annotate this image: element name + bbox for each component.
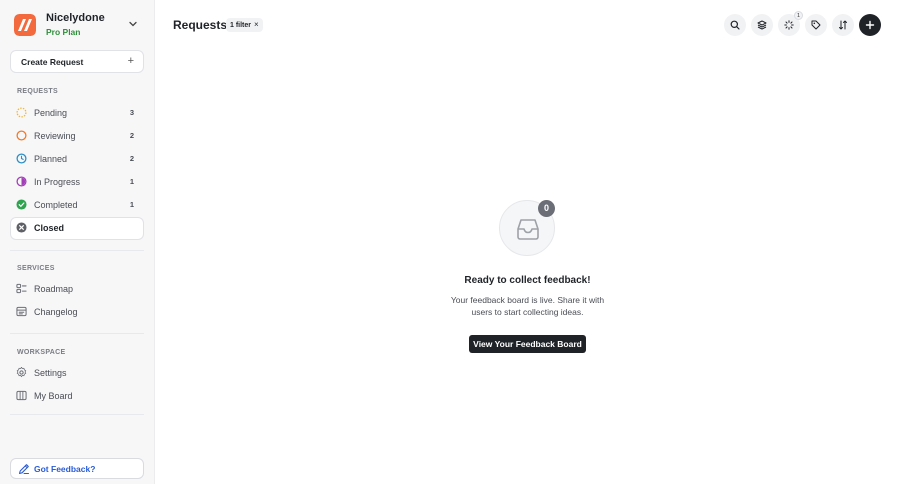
sidebar: Nicelydone Pro Plan Create Request + REQ… [0,0,155,484]
sidebar-item-label: Planned [34,154,68,164]
brand-plan: Pro Plan [46,27,81,37]
sidebar-item-count: 3 [129,108,134,117]
sidebar-item-settings[interactable]: Settings [10,362,144,383]
workspace-switcher[interactable]: Nicelydone Pro Plan [14,12,142,40]
page-title: Requests [173,18,228,32]
section-label-services: SERVICES [17,265,55,272]
plus-icon [865,20,875,30]
layers-button[interactable] [751,14,773,36]
filter-chip-label: 1 filter [230,22,252,29]
tag-icon [811,20,821,30]
sidebar-item-count: 1 [129,200,134,209]
create-request-button[interactable]: Create Request + [10,50,144,73]
reviewing-circle-icon [16,130,27,141]
board-icon [16,390,27,401]
sidebar-item-label: Roadmap [34,284,74,294]
closed-x-icon [16,222,27,233]
sidebar-item-my-board[interactable]: My Board [10,385,144,406]
sidebar-item-label: Completed [34,200,78,210]
filter-chip[interactable]: 1 filter × [226,18,263,32]
sidebar-item-count: 2 [129,154,134,163]
inbox-icon [517,219,539,240]
sidebar-item-label: In Progress [34,177,81,187]
close-icon[interactable]: × [254,20,259,29]
in-progress-half-circle-icon [16,176,27,187]
tags-button[interactable] [805,14,827,36]
sidebar-item-count: 1 [129,177,134,186]
view-feedback-board-button[interactable]: View Your Feedback Board [469,335,586,353]
sidebar-item-planned[interactable]: Planned 2 [10,148,144,169]
changelog-icon [16,306,27,317]
sidebar-item-roadmap[interactable]: Roadmap [10,278,144,299]
section-label-workspace: WORKSPACE [17,349,66,356]
sidebar-divider [10,414,144,415]
sidebar-item-label: Pending [34,108,68,118]
empty-state-title: Ready to collect feedback! [464,275,591,286]
spinner-icon [784,20,794,30]
roadmap-icon [16,283,27,294]
sidebar-item-reviewing[interactable]: Reviewing 2 [10,125,144,146]
brand-logo [14,14,36,36]
sidebar-item-closed[interactable]: Closed [10,217,144,240]
plus-icon: + [127,55,134,67]
pending-dashed-circle-icon [16,107,27,118]
sidebar-item-label: Settings [34,368,67,378]
gear-icon [16,367,27,378]
app-window: Nicelydone Pro Plan Create Request + REQ… [0,0,900,484]
megaphone-pen-icon [18,464,30,475]
sidebar-item-pending[interactable]: Pending 3 [10,102,144,123]
brand-name: Nicelydone [46,12,105,24]
sidebar-item-completed[interactable]: Completed 1 [10,194,144,215]
search-button[interactable] [724,14,746,36]
layers-icon [757,20,767,30]
completed-check-icon [16,199,27,210]
sidebar-item-in-progress[interactable]: In Progress 1 [10,171,144,192]
sidebar-item-label: Reviewing [34,131,76,141]
sidebar-divider [10,333,144,334]
got-feedback-label: Got Feedback? [34,464,96,474]
empty-state-description: Your feedback board is live. Share it wi… [450,295,605,317]
sort-arrows-icon [839,20,847,30]
planned-clock-icon [16,153,27,164]
sidebar-item-count: 2 [129,131,134,140]
sort-button[interactable] [832,14,854,36]
sidebar-item-changelog[interactable]: Changelog [10,301,144,322]
section-label-requests: REQUESTS [17,88,58,95]
search-icon [730,20,740,30]
sidebar-item-label: Closed [34,223,65,233]
sidebar-item-label: Changelog [34,307,78,317]
sidebar-item-label: My Board [34,391,73,401]
chevron-down-icon [129,21,137,27]
sidebar-divider [10,250,144,251]
add-button[interactable] [859,14,881,36]
notification-badge: 1 [794,11,803,20]
create-request-label: Create Request [21,57,84,67]
empty-count-badge: 0 [538,200,555,217]
got-feedback-button[interactable]: Got Feedback? [10,458,144,479]
